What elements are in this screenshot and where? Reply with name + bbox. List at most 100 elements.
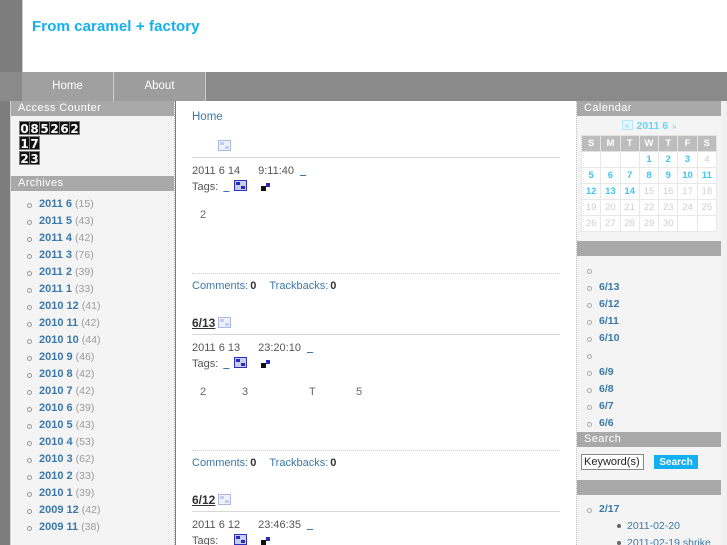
calendar-day-link[interactable]: 1 xyxy=(638,151,660,168)
calendar-day-link[interactable]: 5 xyxy=(580,167,602,184)
post-permalink[interactable] xyxy=(307,342,313,354)
archive-link[interactable]: 2010 4 xyxy=(39,436,73,448)
nav-tab-home[interactable]: Home xyxy=(22,72,114,101)
post-entry: 6/13 2011 6 13 23:20:10 Tags: 2 3 T 5 Commen… xyxy=(192,316,560,469)
calendar-day-link[interactable]: 7 xyxy=(619,167,640,184)
bottom-list-item[interactable]: 2/17 2011-02-20 2011-02-19 shrike xyxy=(585,501,721,545)
archive-count: (62) xyxy=(75,453,95,465)
archive-link[interactable]: 2010 6 xyxy=(39,402,73,414)
calendar-day-link[interactable]: 11 xyxy=(696,167,718,184)
calendar-day-link[interactable]: 13 xyxy=(600,183,621,200)
counter-digit: 3 xyxy=(29,151,40,166)
archive-link[interactable]: 2009 11 xyxy=(39,521,78,533)
broken-image-icon xyxy=(234,180,248,191)
recent-entry-item[interactable]: 6/8 xyxy=(585,381,721,398)
calendar-day-link[interactable]: 14 xyxy=(619,183,640,200)
recent-entry-link[interactable]: 6/9 xyxy=(599,366,614,378)
archive-link[interactable]: 2011 6 xyxy=(39,198,72,210)
archive-item[interactable]: 2010 1 (39) xyxy=(25,485,174,502)
archive-item[interactable]: 2010 4 (53) xyxy=(25,434,174,451)
breadcrumb[interactable]: Home xyxy=(192,111,223,123)
recent-entry-link[interactable]: 6/6 xyxy=(599,417,614,429)
archive-link[interactable]: 2010 9 xyxy=(39,351,73,363)
archive-link[interactable]: 2011 1 xyxy=(39,283,72,295)
nav-tab-about[interactable]: About xyxy=(114,72,206,101)
calendar-day-link[interactable]: 3 xyxy=(677,151,698,168)
archive-item[interactable]: 2010 7 (42) xyxy=(25,383,174,400)
recent-entry-item[interactable]: 6/10 xyxy=(585,330,721,347)
recent-entry-item[interactable]: 6/9 xyxy=(585,364,721,381)
recent-entry-item[interactable]: 6/7 xyxy=(585,398,721,415)
archive-item[interactable]: 2011 1 (33) xyxy=(25,281,174,298)
archive-item[interactable]: 2010 3 (62) xyxy=(25,451,174,468)
archive-item[interactable]: 2009 11 (38) xyxy=(25,519,174,536)
archive-link[interactable]: 2010 7 xyxy=(39,385,73,397)
comments-link[interactable]: Comments: xyxy=(192,280,248,292)
archive-link[interactable]: 2010 5 xyxy=(39,419,73,431)
archive-item[interactable]: 2010 10 (44) xyxy=(25,332,174,349)
recent-entry-link[interactable]: 6/8 xyxy=(599,383,614,395)
calendar-day-link[interactable]: 8 xyxy=(638,167,660,184)
recent-entry-link[interactable]: 6/11 xyxy=(599,315,619,327)
archive-link[interactable]: 2009 12 xyxy=(39,504,79,516)
recent-entry-item[interactable]: 6/11 xyxy=(585,313,721,330)
nav-tab-list: Home About xyxy=(22,72,206,101)
calendar-prev-icon[interactable]: « xyxy=(621,120,633,130)
archive-item[interactable]: 2011 2 (39) xyxy=(25,264,174,281)
recent-entry-item[interactable]: 6/6 xyxy=(585,415,721,432)
archive-link[interactable]: 2010 10 xyxy=(39,334,79,346)
post-permalink[interactable] xyxy=(300,165,306,177)
bottom-sublist-link[interactable]: 2011-02-19 shrike xyxy=(627,537,711,545)
archive-item[interactable]: 2011 3 (76) xyxy=(25,247,174,264)
archive-item[interactable]: 2011 4 (42) xyxy=(25,230,174,247)
archive-link[interactable]: 2010 11 xyxy=(39,317,78,329)
recent-entry-link[interactable]: 6/12 xyxy=(599,298,619,310)
archive-item[interactable]: 2010 8 (42) xyxy=(25,366,174,383)
tag-link[interactable] xyxy=(223,181,229,193)
bottom-sublist-link[interactable]: 2011-02-20 xyxy=(627,520,680,532)
recent-entry-link[interactable]: 6/13 xyxy=(599,281,619,293)
recent-entry-item[interactable]: 6/13 xyxy=(585,279,721,296)
archive-item[interactable]: 2010 12 (41) xyxy=(25,298,174,315)
bottom-sublist-item[interactable]: 2011-02-20 xyxy=(615,518,721,535)
archive-link[interactable]: 2010 1 xyxy=(39,487,73,499)
bottom-list-link[interactable]: 2/17 xyxy=(599,503,619,515)
calendar-day-link[interactable]: 9 xyxy=(658,167,679,184)
bottom-sublist-item[interactable]: 2011-02-19 shrike xyxy=(615,535,721,545)
post-title-link[interactable]: 6/12 xyxy=(192,493,215,507)
archive-link[interactable]: 2011 5 xyxy=(39,215,72,227)
calendar-day-link[interactable]: 6 xyxy=(600,167,621,184)
calendar-day-link[interactable]: 10 xyxy=(677,167,698,184)
archive-link[interactable]: 2010 8 xyxy=(39,368,73,380)
archive-link[interactable]: 2010 3 xyxy=(39,453,73,465)
post-entry: 6/12 2011 6 1223:46:35 Tags: 1 xyxy=(192,493,560,545)
archive-item[interactable]: 2011 5 (43) xyxy=(25,213,174,230)
archive-link[interactable]: 2010 12 xyxy=(39,300,79,312)
calendar-day-link[interactable]: 12 xyxy=(580,183,602,200)
archive-item[interactable]: 2011 6 (15) xyxy=(25,196,174,213)
archive-link[interactable]: 2011 4 xyxy=(39,232,72,244)
archive-item[interactable]: 2010 11 (42) xyxy=(25,315,174,332)
archive-item[interactable]: 2010 6 (39) xyxy=(25,400,174,417)
tag-link[interactable] xyxy=(223,535,229,545)
archive-link[interactable]: 2010 2 xyxy=(39,470,73,482)
calendar-day-link[interactable]: 2 xyxy=(658,151,679,168)
trackbacks-link[interactable]: Trackbacks: xyxy=(269,457,328,469)
tag-link[interactable] xyxy=(223,358,229,370)
recent-entry-link[interactable]: 6/7 xyxy=(599,400,614,412)
trackbacks-link[interactable]: Trackbacks: xyxy=(269,280,328,292)
recent-entry-link[interactable]: 6/10 xyxy=(599,332,619,344)
archive-item[interactable]: 2010 5 (43) xyxy=(25,417,174,434)
archive-link[interactable]: 2011 2 xyxy=(39,266,72,278)
archive-item[interactable]: 2010 2 (33) xyxy=(25,468,174,485)
search-input[interactable] xyxy=(581,454,644,470)
archive-link[interactable]: 2011 3 xyxy=(39,249,72,261)
calendar-next-icon[interactable]: » xyxy=(672,122,676,131)
archive-item[interactable]: 2010 9 (46) xyxy=(25,349,174,366)
archive-item[interactable]: 2009 12 (42) xyxy=(25,502,174,519)
search-button[interactable]: Search xyxy=(654,455,698,469)
recent-entry-item[interactable]: 6/12 xyxy=(585,296,721,313)
post-permalink[interactable] xyxy=(307,519,313,531)
comments-link[interactable]: Comments: xyxy=(192,457,248,469)
post-title-link[interactable]: 6/13 xyxy=(192,316,215,330)
